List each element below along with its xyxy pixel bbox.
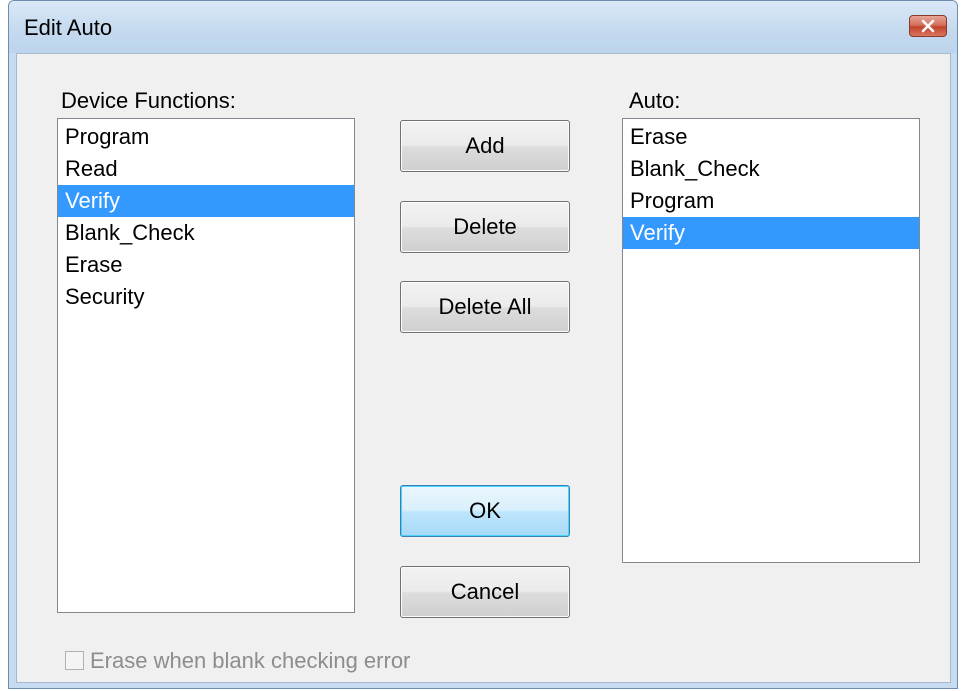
add-button[interactable]: Add <box>400 120 570 172</box>
list-item[interactable]: Read <box>58 153 354 185</box>
device-functions-listbox[interactable]: Program Read Verify Blank_Check Erase Securit… <box>57 118 355 613</box>
list-item[interactable]: Verify <box>623 217 919 249</box>
device-functions-label: Device Functions: <box>61 88 236 113</box>
close-button[interactable] <box>909 15 947 37</box>
list-item[interactable]: Erase <box>58 249 354 281</box>
delete-all-button[interactable]: Delete All <box>400 281 570 333</box>
auto-listbox[interactable]: Erase Blank_Check Program Verify <box>622 118 920 563</box>
erase-on-error-checkbox[interactable] <box>65 651 84 670</box>
list-item[interactable]: Verify <box>58 185 354 217</box>
delete-button[interactable]: Delete <box>400 201 570 253</box>
list-item[interactable]: Blank_Check <box>623 153 919 185</box>
auto-label: Auto: <box>629 88 681 113</box>
list-item[interactable]: Security <box>58 281 354 313</box>
cancel-button[interactable]: Cancel <box>400 566 570 618</box>
window-title: Edit Auto <box>24 15 113 40</box>
title-bar[interactable]: Edit Auto <box>9 1 957 53</box>
list-item[interactable]: Program <box>623 185 919 217</box>
list-item[interactable]: Program <box>58 121 354 153</box>
dialog-client-area: Device Functions: Program Read Verify Blank… <box>16 53 951 683</box>
list-item[interactable]: Erase <box>623 121 919 153</box>
list-item[interactable]: Blank_Check <box>58 217 354 249</box>
ok-button[interactable]: OK <box>400 485 570 537</box>
close-x-icon <box>921 19 935 33</box>
erase-on-error-label: Erase when blank checking error <box>90 648 411 673</box>
edit-auto-dialog: Edit Auto Device Functions: Program Read V… <box>8 0 958 689</box>
